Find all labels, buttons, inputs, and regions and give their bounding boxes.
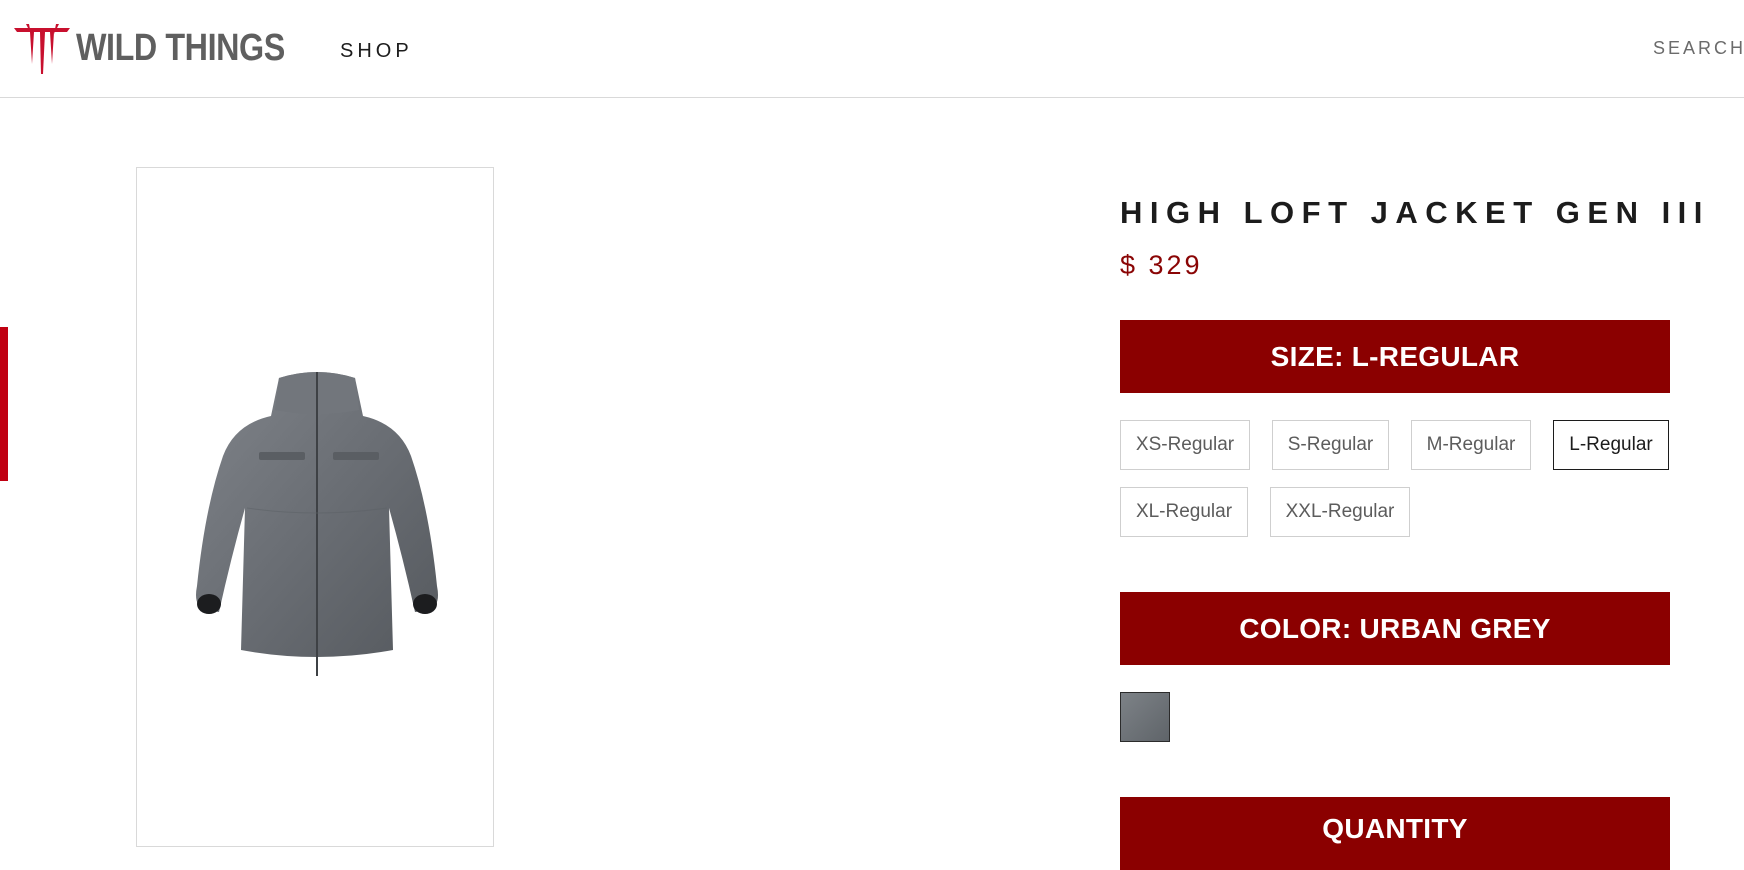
size-option-l-regular[interactable]: L-Regular — [1553, 420, 1669, 470]
size-option-xs-regular[interactable]: XS-Regular — [1120, 420, 1250, 470]
nav-search-link[interactable]: SEARCH — [1653, 38, 1744, 59]
product-image-frame[interactable] — [136, 167, 494, 847]
nav-shop-link[interactable]: SHOP — [340, 40, 413, 63]
color-swatch-urban-grey[interactable] — [1120, 692, 1170, 742]
jacket-photo-icon — [196, 372, 438, 676]
product-title: HIGH LOFT JACKET GEN III — [1120, 195, 1710, 230]
brand-logo[interactable]: WILD THINGS — [12, 20, 322, 76]
brand-name: WILD THINGS — [76, 26, 285, 69]
site-header: WILD THINGS SHOP SEARCH — [0, 0, 1744, 98]
side-feedback-tab[interactable] — [0, 327, 8, 481]
color-heading: COLOR: URBAN GREY — [1120, 592, 1670, 665]
wild-things-logo-icon — [14, 24, 70, 74]
size-option-s-regular[interactable]: S-Regular — [1272, 420, 1389, 470]
size-heading: SIZE: L-REGULAR — [1120, 320, 1670, 393]
product-price: $ 329 — [1120, 250, 1203, 280]
size-option-xxl-regular[interactable]: XXL-Regular — [1270, 487, 1410, 537]
quantity-heading: QUANTITY — [1120, 797, 1670, 870]
size-option-m-regular[interactable]: M-Regular — [1411, 420, 1531, 470]
size-option-xl-regular[interactable]: XL-Regular — [1120, 487, 1248, 537]
